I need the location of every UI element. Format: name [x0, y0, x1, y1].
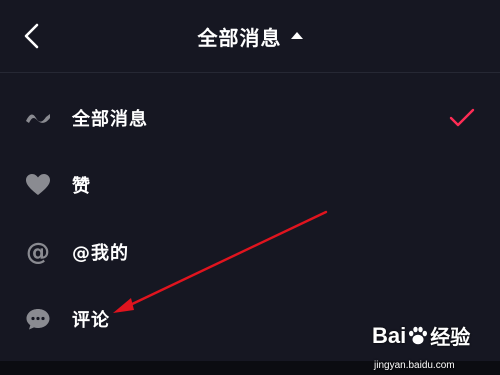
at-glyph: @ — [26, 237, 50, 266]
menu-item-likes[interactable]: 赞 — [0, 151, 500, 218]
page-title: 全部消息 — [197, 25, 282, 50]
menu-item-all-messages[interactable]: 全部消息 — [0, 84, 500, 151]
back-button[interactable] — [14, 18, 50, 54]
at-icon: @ — [24, 238, 52, 266]
menu-item-label: 评论 — [72, 309, 110, 331]
paw-icon — [409, 326, 428, 344]
wave-icon — [24, 104, 52, 132]
checkmark-icon — [448, 104, 476, 132]
menu-item-label: 赞 — [72, 175, 91, 197]
baidu-jingyan-watermark: Bai 经验 jingyan.baidu.com — [372, 317, 490, 373]
watermark-url: jingyan.baidu.com — [374, 360, 455, 371]
watermark-logo-right: 经验 — [430, 327, 471, 349]
chevron-left-icon — [24, 23, 39, 49]
header: 全部消息 — [0, 0, 500, 73]
comment-icon — [24, 305, 52, 333]
watermark-logo: Bai 经验 — [372, 321, 470, 350]
menu-item-label: 全部消息 — [72, 108, 148, 130]
message-filter-menu: 全部消息 赞 @ @我的 评论 — [0, 84, 500, 352]
screen: 全部消息 全部消息 赞 @ @我的 评论 Bai 经验 jingyan.baid… — [0, 0, 500, 375]
watermark-logo-left: Bai — [372, 322, 407, 348]
menu-item-mentions[interactable]: @ @我的 — [0, 218, 500, 285]
heart-icon — [24, 171, 52, 199]
title-dropdown[interactable]: 全部消息 — [0, 0, 500, 72]
menu-item-label: @我的 — [72, 242, 129, 264]
caret-up-icon — [290, 31, 303, 39]
